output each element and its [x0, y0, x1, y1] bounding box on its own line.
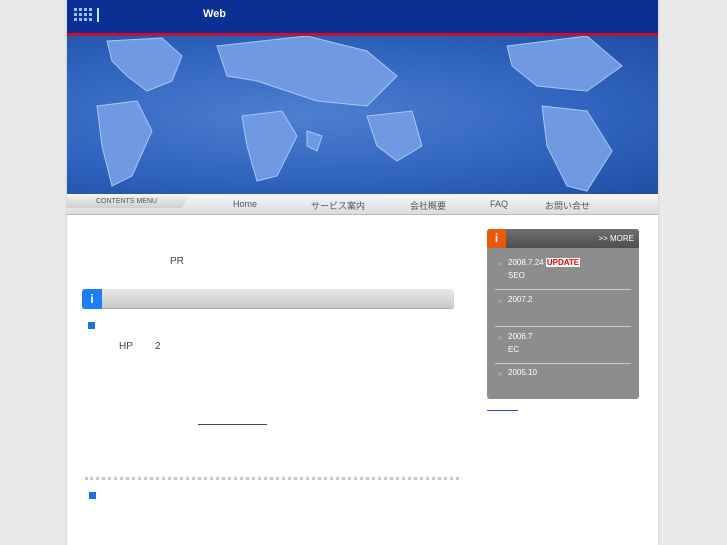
info-icon: i [487, 229, 506, 248]
hp-text: HP [119, 341, 133, 352]
logo-icon [74, 8, 96, 22]
nav-home[interactable]: Home [233, 199, 257, 209]
underlined-link[interactable] [198, 424, 267, 425]
main-content: PR i HP 2 i >> MORE » 2008.7.24 UPDATE S… [67, 215, 658, 545]
page: Web CONTENTS MENU Home サービス案内 会社概要 FAQ お… [67, 0, 658, 545]
arrow-icon: » [498, 369, 503, 378]
hp-number: 2 [155, 341, 161, 352]
news-title: SEO [508, 271, 525, 280]
news-date: 2005.10 [508, 368, 537, 377]
logo-divider [97, 8, 99, 22]
news-date: 2007.2 [508, 295, 533, 304]
arrow-icon: » [498, 333, 503, 342]
info-icon: i [82, 289, 102, 309]
news-link[interactable] [487, 410, 518, 411]
nav-contact[interactable]: お問い合せ [545, 199, 590, 212]
dotted-divider [85, 477, 459, 480]
world-map-banner [67, 36, 658, 194]
news-date: 2008.7.24 [508, 258, 544, 267]
news-separator [495, 363, 631, 364]
site-header: Web [67, 0, 658, 36]
news-panel: i >> MORE » 2008.7.24 UPDATE SEO » 2007.… [487, 229, 639, 399]
pr-text: PR [170, 256, 184, 267]
news-separator [495, 289, 631, 290]
square-bullet-icon [88, 322, 95, 329]
nav-company[interactable]: 会社概要 [410, 199, 446, 212]
navigation-bar: CONTENTS MENU Home サービス案内 会社概要 FAQ お問い合せ [67, 194, 658, 215]
news-title: EC [508, 345, 520, 354]
contents-menu-label: CONTENTS MENU [67, 196, 189, 208]
update-badge: UPDATE [545, 258, 581, 267]
arrow-icon: » [498, 259, 503, 268]
nav-services[interactable]: サービス案内 [311, 199, 365, 212]
more-link[interactable]: >> MORE [598, 234, 634, 243]
news-header: i >> MORE [487, 229, 639, 248]
site-title: Web [203, 8, 227, 20]
news-separator [495, 326, 631, 327]
arrow-icon: » [498, 296, 503, 305]
nav-faq[interactable]: FAQ [490, 199, 508, 209]
square-bullet-icon [89, 492, 96, 499]
section-header-bar: i [82, 289, 454, 309]
news-date: 2006.7 [508, 332, 533, 341]
